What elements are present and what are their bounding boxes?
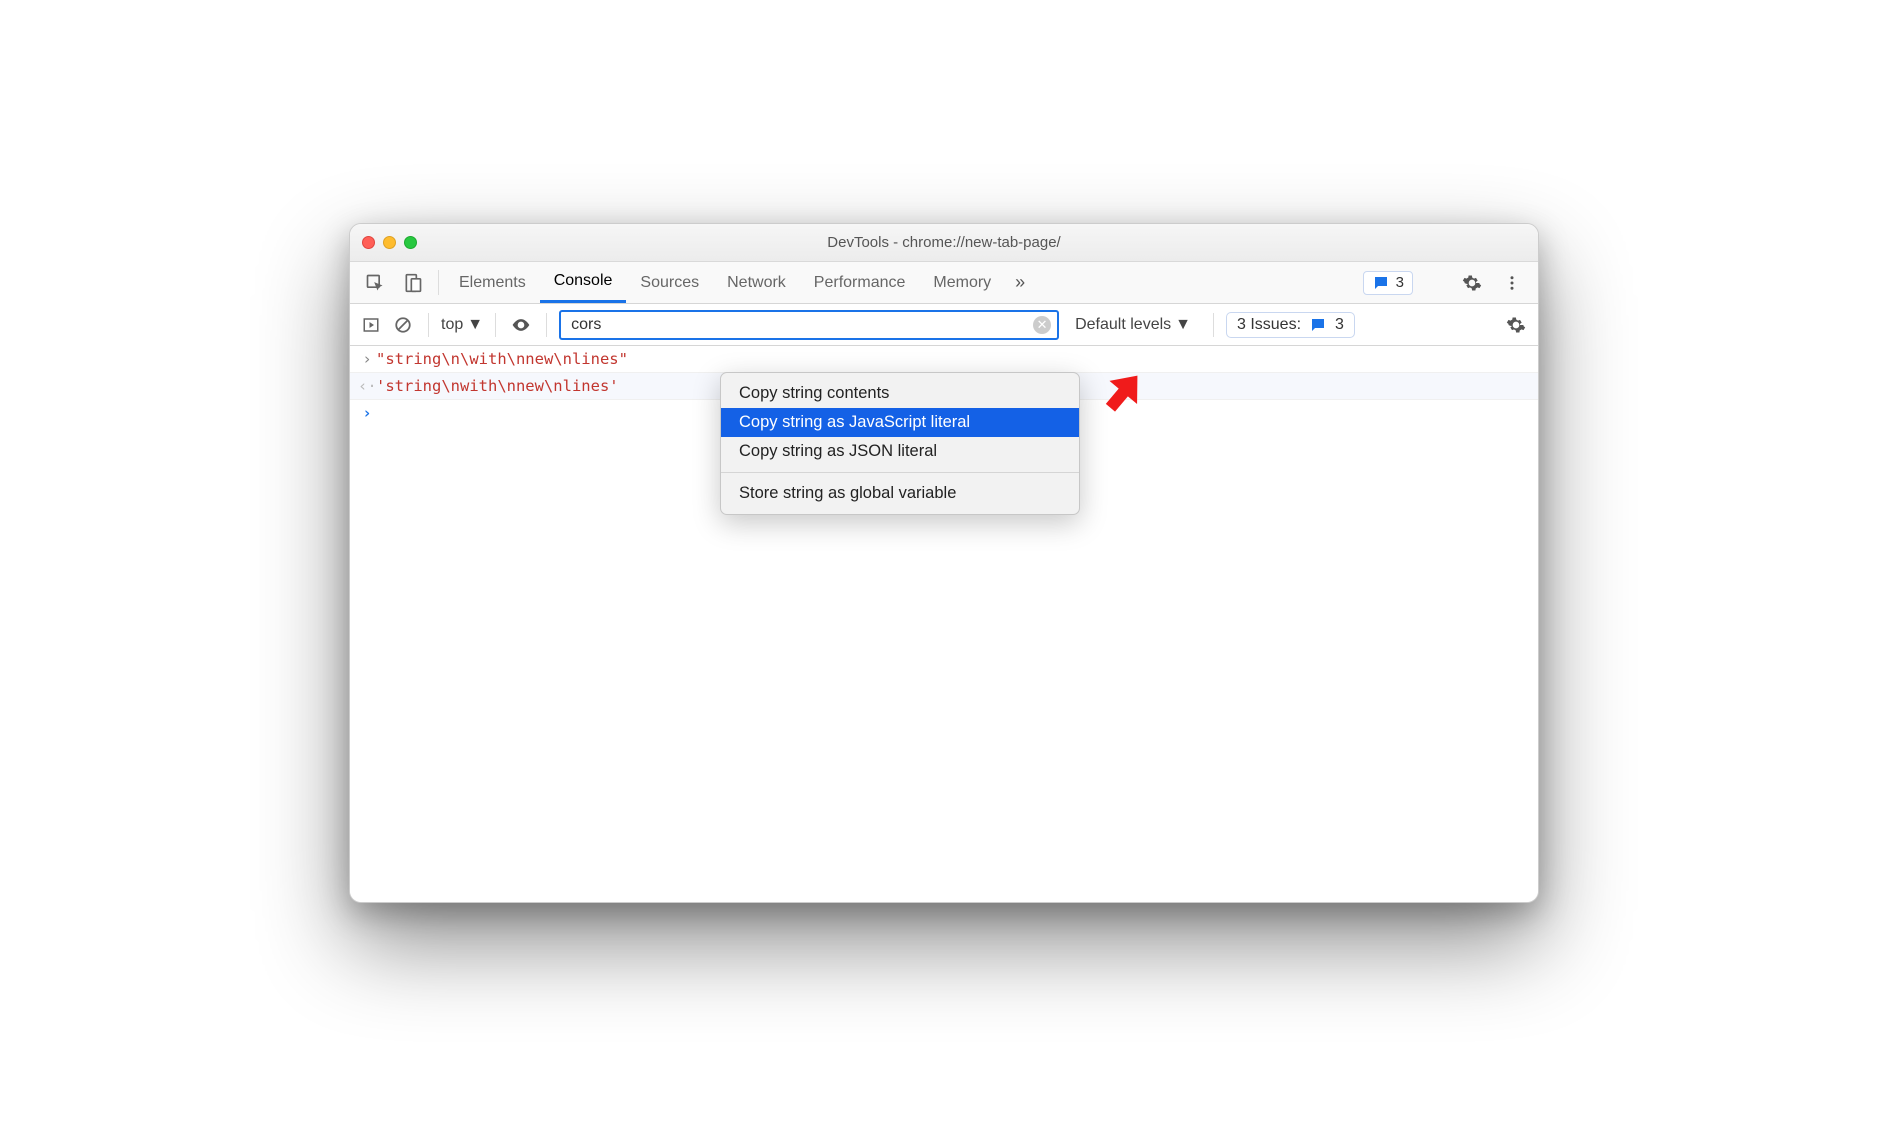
live-expression-eye-icon[interactable] [508,312,534,338]
context-menu: Copy string contents Copy string as Java… [720,372,1080,515]
tab-network[interactable]: Network [713,262,800,303]
console-output-text: 'string\nwith\nnew\nlines' [376,377,619,395]
window-title: DevTools - chrome://new-tab-page/ [350,234,1538,251]
prompt-chevron-icon: › [358,404,376,422]
issues-pill-label: 3 Issues: [1237,316,1301,334]
devtools-window: DevTools - chrome://new-tab-page/ Elemen… [349,223,1539,903]
issues-pill-count: 3 [1335,316,1344,334]
log-level-label: Default levels [1075,316,1171,334]
tab-performance[interactable]: Performance [800,262,920,303]
annotation-arrow-icon [1092,364,1152,428]
input-chevron-icon: › [358,350,376,368]
tab-memory[interactable]: Memory [919,262,1005,303]
menu-copy-string-json-literal[interactable]: Copy string as JSON literal [721,437,1079,466]
issues-badge[interactable]: 3 [1363,271,1413,295]
console-settings-gear-icon[interactable] [1502,315,1530,335]
console-toolbar: top ▼ ✕ Default levels ▼ 3 Issues: 3 [350,304,1538,346]
dropdown-caret-icon: ▼ [467,316,483,334]
traffic-lights [362,236,417,249]
inspect-element-icon[interactable] [362,270,388,296]
tab-sources[interactable]: Sources [626,262,713,303]
more-tabs-button[interactable]: » [1005,262,1035,303]
issues-pill[interactable]: 3 Issues: 3 [1226,312,1355,338]
issues-count: 3 [1396,274,1404,291]
clear-console-icon[interactable] [390,312,416,338]
menu-copy-string-js-literal[interactable]: Copy string as JavaScript literal [721,408,1079,437]
device-toolbar-icon[interactable] [400,270,426,296]
clear-filter-icon[interactable]: ✕ [1033,316,1051,334]
tab-bar: Elements Console Sources Network Perform… [350,262,1538,304]
settings-gear-icon[interactable] [1458,273,1486,293]
console-body: › "string\n\with\nnew\nlines" ‹· 'string… [350,346,1538,902]
tab-console[interactable]: Console [540,262,627,303]
tab-elements[interactable]: Elements [445,262,540,303]
context-label: top [441,316,463,334]
issues-icon [1372,274,1390,292]
zoom-window-button[interactable] [404,236,417,249]
context-selector[interactable]: top ▼ [441,316,483,334]
filter-input-container: ✕ [559,310,1059,340]
menu-copy-string-contents[interactable]: Copy string contents [721,379,1079,408]
tabs: Elements Console Sources Network Perform… [445,262,1035,303]
menu-separator [721,472,1079,473]
issues-icon [1309,316,1327,334]
output-chevron-icon: ‹· [358,377,376,395]
titlebar: DevTools - chrome://new-tab-page/ [350,224,1538,262]
more-options-icon[interactable] [1498,274,1526,292]
minimize-window-button[interactable] [383,236,396,249]
close-window-button[interactable] [362,236,375,249]
menu-store-global-variable[interactable]: Store string as global variable [721,479,1079,508]
console-input-row[interactable]: › "string\n\with\nnew\nlines" [350,346,1538,373]
log-level-selector[interactable]: Default levels ▼ [1065,316,1201,334]
console-input-text: "string\n\with\nnew\nlines" [376,350,628,368]
toggle-sidebar-icon[interactable] [358,312,384,338]
dropdown-caret-icon: ▼ [1175,316,1191,334]
filter-input[interactable] [571,316,1033,334]
